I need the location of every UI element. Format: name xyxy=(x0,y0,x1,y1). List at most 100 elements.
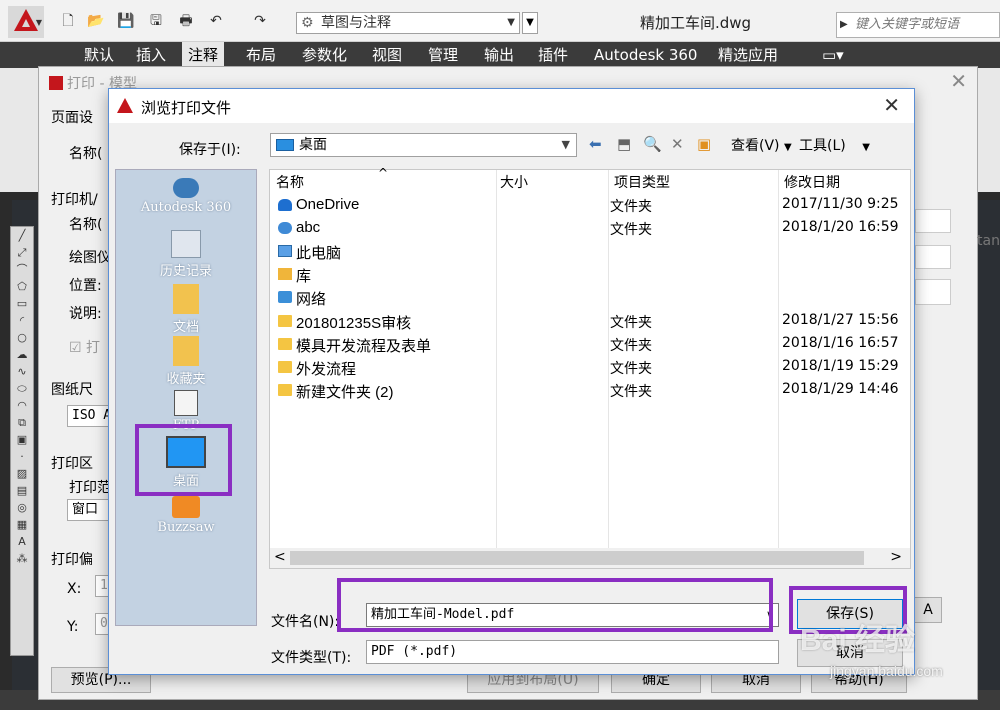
place-label: 历史记录 xyxy=(159,264,212,279)
line-icon[interactable]: ╱ xyxy=(11,227,33,244)
tools-menu[interactable]: 工具(L) ▼ xyxy=(799,135,870,155)
rectangle-icon[interactable]: ▭ xyxy=(11,295,33,312)
chevron-down-icon: ▼ xyxy=(561,138,570,151)
save-as-icon[interactable]: 🖫 xyxy=(146,12,166,30)
search-web-icon[interactable]: 🔍 xyxy=(643,135,662,153)
place-documents[interactable]: 文档 xyxy=(116,284,256,335)
file-row[interactable]: 此电脑 xyxy=(270,240,910,263)
workspace-select[interactable]: ⚙ 草图与注释 ▼ xyxy=(296,12,520,34)
ellipse-icon[interactable]: ⬭ xyxy=(11,380,33,397)
file-row[interactable]: 模具开发流程及表单 文件夹 2018/1/16 16:57 xyxy=(270,333,910,356)
spline-icon[interactable]: ∿ xyxy=(11,363,33,380)
gear-icon: ⚙ xyxy=(301,15,314,31)
tab-featured-apps[interactable]: 精选应用 xyxy=(712,42,784,68)
place-history[interactable]: 历史记录 xyxy=(116,230,256,279)
polyline-icon[interactable]: ⌒ xyxy=(11,261,33,278)
tab-default[interactable]: 默认 xyxy=(78,42,120,68)
new-folder-icon[interactable]: ▣ xyxy=(697,135,711,153)
file-list[interactable]: 名称 ^ 大小 项目类型 修改日期 OneDrive 文件夹 2017/11/3… xyxy=(269,166,911,569)
region-icon[interactable]: ◎ xyxy=(11,499,33,516)
chevron-down-icon: ▼ xyxy=(783,142,792,153)
file-row[interactable]: 库 xyxy=(270,263,910,286)
tab-manage[interactable]: 管理 xyxy=(422,42,464,68)
file-row[interactable]: OneDrive 文件夹 2017/11/30 9:25 xyxy=(270,194,910,217)
scroll-left-icon[interactable]: < xyxy=(274,549,286,565)
insert-block-icon[interactable]: ⧉ xyxy=(11,414,33,431)
tab-output[interactable]: 输出 xyxy=(478,42,520,68)
qat-more-button[interactable]: ▼ xyxy=(522,12,538,34)
arc-icon[interactable]: ◜ xyxy=(11,312,33,329)
column-size[interactable]: 大小 xyxy=(500,172,528,192)
file-row[interactable]: 201801235S审核 文件夹 2018/1/27 15:56 xyxy=(270,310,910,333)
save-icon[interactable]: 💾 xyxy=(116,12,136,30)
autocad-logo-icon[interactable]: ▼ xyxy=(8,6,44,38)
expand-arrow-icon: ▶ xyxy=(840,19,848,30)
place-favorites[interactable]: 收藏夹 xyxy=(116,336,256,387)
add-selected-icon[interactable]: ⁂ xyxy=(11,550,33,567)
ribbon-options-icon[interactable]: ▭▾ xyxy=(816,42,850,68)
buzzsaw-icon xyxy=(172,496,200,518)
polygon-icon[interactable]: ⬠ xyxy=(11,278,33,295)
file-row[interactable]: abc 文件夹 2018/1/20 16:59 xyxy=(270,217,910,240)
open-file-icon[interactable]: 📂 xyxy=(86,12,106,30)
desktop-folder-icon xyxy=(276,139,294,151)
column-date[interactable]: 修改日期 xyxy=(784,172,840,192)
tab-autodesk-360[interactable]: Autodesk 360 xyxy=(588,42,703,68)
mtext-icon[interactable]: A xyxy=(11,533,33,550)
scrollbar-thumb[interactable] xyxy=(290,551,864,565)
column-name[interactable]: 名称 xyxy=(276,172,304,192)
tab-view[interactable]: 视图 xyxy=(366,42,408,68)
file-type: 文件夹 xyxy=(610,315,652,331)
file-row[interactable]: 新建文件夹 (2) 文件夹 2018/1/29 14:46 xyxy=(270,379,910,402)
chevron-down-icon: ▼ xyxy=(507,17,515,28)
place-label: 收藏夹 xyxy=(166,372,206,387)
close-icon[interactable]: ✕ xyxy=(950,69,967,93)
print-icon[interactable]: 🖶 xyxy=(176,12,196,30)
close-icon[interactable]: ✕ xyxy=(883,93,900,117)
table-icon[interactable]: ▦ xyxy=(11,516,33,533)
hatch-icon[interactable]: ▨ xyxy=(11,465,33,482)
circle-icon[interactable]: ○ xyxy=(11,329,33,346)
view-menu[interactable]: 查看(V) ▼ xyxy=(731,135,792,155)
properties-field[interactable] xyxy=(915,279,951,305)
point-icon[interactable]: · xyxy=(11,448,33,465)
new-file-icon[interactable]: 🗋 xyxy=(58,12,78,30)
undo-icon[interactable]: ↶ xyxy=(206,12,226,30)
place-buzzsaw[interactable]: Buzzsaw xyxy=(116,496,256,535)
search-input[interactable]: ▶ 键入关键字或短语 xyxy=(836,12,1000,38)
browse-titlebar: 浏览打印文件 ✕ xyxy=(109,89,914,123)
highlight-desktop xyxy=(135,424,232,496)
ellipse-arc-icon[interactable]: ◠ xyxy=(11,397,33,414)
redo-icon[interactable]: ↷ xyxy=(250,12,270,30)
file-row[interactable]: 网络 xyxy=(270,286,910,309)
up-folder-icon[interactable]: ⬒ xyxy=(617,135,631,153)
revcloud-icon[interactable]: ☁ xyxy=(11,346,33,363)
file-type: 文件夹 xyxy=(610,222,652,238)
delete-icon[interactable]: ✕ xyxy=(671,135,684,153)
place-autodesk-360[interactable]: Autodesk 360 xyxy=(116,178,256,215)
gradient-icon[interactable]: ▤ xyxy=(11,482,33,499)
column-type[interactable]: 项目类型 xyxy=(614,172,670,192)
place-label: Buzzsaw xyxy=(157,520,215,535)
tab-insert[interactable]: 插入 xyxy=(130,42,172,68)
back-icon[interactable]: ⬅ xyxy=(589,135,602,153)
filetype-select[interactable]: PDF (*.pdf) xyxy=(366,640,779,664)
folder-icon xyxy=(278,338,292,350)
folder-icon xyxy=(278,315,292,327)
tab-parametric[interactable]: 参数化 xyxy=(296,42,353,68)
tab-layout[interactable]: 布局 xyxy=(240,42,282,68)
file-name: 新建文件夹 (2) xyxy=(296,384,394,401)
sort-up-icon: ^ xyxy=(378,166,389,180)
make-block-icon[interactable]: ▣ xyxy=(11,431,33,448)
plotter-select[interactable] xyxy=(915,245,951,269)
tab-plugins[interactable]: 插件 xyxy=(532,42,574,68)
printer-name-select[interactable] xyxy=(915,209,951,233)
save-in-select[interactable]: 桌面 ▼ xyxy=(270,133,577,157)
construction-line-icon[interactable]: ⤢ xyxy=(11,244,33,261)
file-row[interactable]: 外发流程 文件夹 2018/1/19 15:29 xyxy=(270,356,910,379)
autocad-icon xyxy=(117,98,133,114)
scroll-right-icon[interactable]: > xyxy=(890,549,902,565)
horizontal-scrollbar[interactable]: < > xyxy=(270,548,910,568)
tab-annotate[interactable]: 注释 xyxy=(182,42,225,68)
autocad-icon xyxy=(49,76,63,90)
